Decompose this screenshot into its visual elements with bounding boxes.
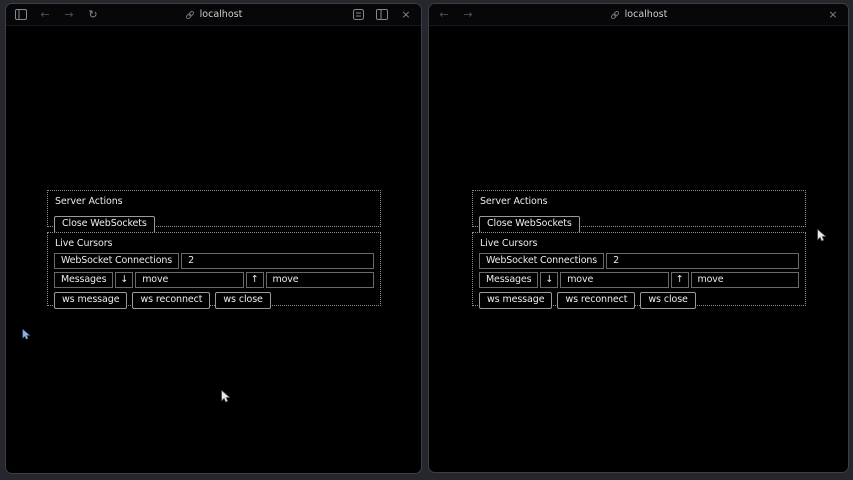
- page-url: localhost: [200, 9, 243, 20]
- link-icon: [185, 10, 195, 20]
- received-arrow-icon: ↓: [540, 272, 558, 288]
- messages-label: Messages: [54, 272, 113, 288]
- reader-view-icon[interactable]: [352, 9, 364, 21]
- close-websockets-button[interactable]: Close WebSockets: [54, 216, 155, 233]
- connections-label: WebSocket Connections: [479, 253, 604, 269]
- ws-message-button[interactable]: ws message: [54, 292, 127, 309]
- titlebar: ← → localhost ×: [429, 4, 848, 26]
- ws-reconnect-button[interactable]: ws reconnect: [132, 292, 210, 309]
- ws-message-button[interactable]: ws message: [479, 292, 552, 309]
- reload-icon[interactable]: ↻: [87, 9, 99, 21]
- ws-close-button[interactable]: ws close: [215, 292, 270, 309]
- sent-arrow-icon: ↑: [246, 272, 264, 288]
- messages-label: Messages: [479, 272, 538, 288]
- live-cursors-panel: Live Cursors WebSocket Connections 2 Mes…: [47, 232, 381, 306]
- close-icon[interactable]: ×: [400, 9, 412, 21]
- server-actions-panel: Server Actions Close WebSockets: [472, 190, 806, 227]
- panel-title: Live Cursors: [55, 238, 374, 249]
- back-icon[interactable]: ←: [438, 9, 450, 21]
- messages-row: Messages ↓ move ↑ move: [479, 272, 799, 288]
- close-icon[interactable]: ×: [827, 9, 839, 21]
- titlebar: ← → ↻ localhost ×: [6, 4, 421, 26]
- titlebar-left-controls: ← → ↻: [15, 9, 99, 21]
- sidebar-toggle-icon[interactable]: [15, 9, 27, 21]
- ws-reconnect-button[interactable]: ws reconnect: [557, 292, 635, 309]
- browser-window-right: ← → localhost × Server Actions Close Web…: [428, 3, 849, 473]
- browser-window-left: ← → ↻ localhost × Server Actions Close W…: [5, 3, 422, 474]
- received-message-value: move: [135, 272, 244, 288]
- connections-value: 2: [181, 253, 374, 269]
- connections-value: 2: [606, 253, 799, 269]
- connections-label: WebSocket Connections: [54, 253, 179, 269]
- titlebar-right-controls: ×: [352, 9, 412, 21]
- page-url: localhost: [625, 9, 668, 20]
- connections-row: WebSocket Connections 2: [479, 253, 799, 269]
- connections-row: WebSocket Connections 2: [54, 253, 374, 269]
- titlebar-left-controls: ← →: [438, 9, 474, 21]
- live-cursors-panel: Live Cursors WebSocket Connections 2 Mes…: [472, 232, 806, 306]
- panel-title: Server Actions: [480, 196, 799, 207]
- received-arrow-icon: ↓: [115, 272, 133, 288]
- address-title: localhost: [429, 4, 848, 25]
- forward-icon[interactable]: →: [63, 9, 75, 21]
- ws-buttons-row: ws message ws reconnect ws close: [479, 292, 799, 309]
- titlebar-right-controls: ×: [827, 9, 839, 21]
- split-view-icon[interactable]: [376, 9, 388, 21]
- close-websockets-button[interactable]: Close WebSockets: [479, 216, 580, 233]
- ws-buttons-row: ws message ws reconnect ws close: [54, 292, 374, 309]
- panel-title: Live Cursors: [480, 238, 799, 249]
- server-actions-panel: Server Actions Close WebSockets: [47, 190, 381, 227]
- received-message-value: move: [560, 272, 669, 288]
- panel-title: Server Actions: [55, 196, 374, 207]
- forward-icon[interactable]: →: [462, 9, 474, 21]
- sent-message-value: move: [266, 272, 375, 288]
- sent-arrow-icon: ↑: [671, 272, 689, 288]
- sent-message-value: move: [691, 272, 800, 288]
- back-icon[interactable]: ←: [39, 9, 51, 21]
- ws-close-button[interactable]: ws close: [640, 292, 695, 309]
- link-icon: [610, 10, 620, 20]
- messages-row: Messages ↓ move ↑ move: [54, 272, 374, 288]
